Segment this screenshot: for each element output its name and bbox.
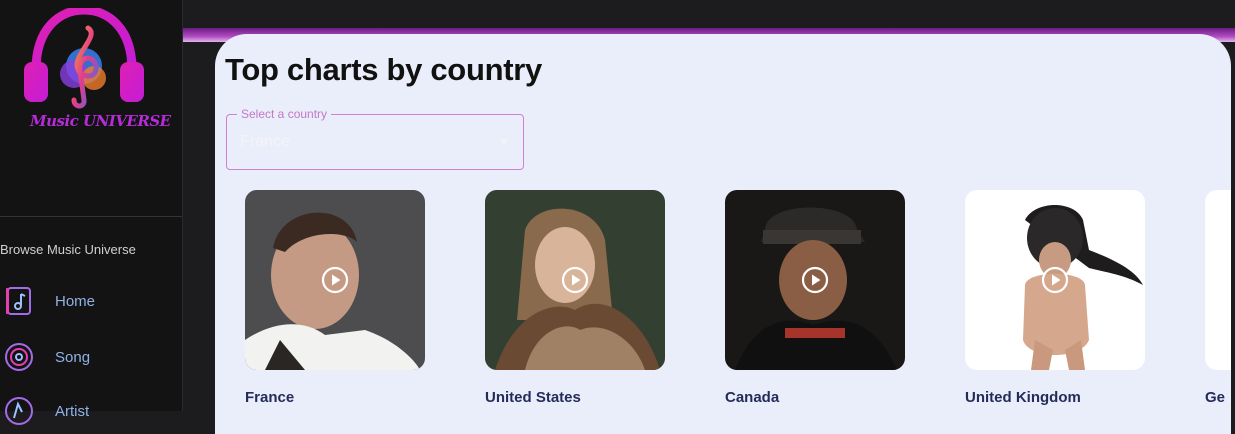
country-card-label: France (245, 389, 295, 406)
play-icon[interactable] (1041, 266, 1069, 294)
country-select-value: France (240, 133, 290, 150)
country-select-legend: Select a country (237, 107, 332, 121)
sidebar-item-home[interactable]: Home (4, 286, 95, 316)
music-note-icon (4, 286, 34, 316)
sidebar-item-label: Home (55, 292, 96, 310)
card-artwork[interactable] (965, 190, 1145, 370)
sidebar-item-label: Artist (55, 402, 90, 420)
sidebar: Music UNIVERSE Browse Music Universe Hom… (0, 0, 183, 425)
card-artwork[interactable] (245, 190, 425, 370)
sidebar-item-label: Song (55, 348, 91, 366)
country-select[interactable]: Select a country France (226, 107, 524, 170)
card-artwork[interactable] (485, 190, 665, 370)
page-title: Top charts by country (225, 52, 542, 87)
logo-text: Music UNIVERSE (30, 112, 171, 130)
card-artwork[interactable] (1205, 190, 1231, 370)
play-icon[interactable] (561, 266, 589, 294)
country-card-label: Ge (1205, 389, 1226, 406)
sidebar-item-artist[interactable]: Artist (4, 396, 89, 426)
country-card-label: United States (485, 389, 581, 406)
country-card-label: United Kingdom (965, 389, 1081, 406)
sidebar-item-song[interactable]: Song (4, 342, 90, 372)
country-card-label: Canada (725, 389, 780, 406)
main-panel: Top charts by country Select a country F… (215, 34, 1231, 434)
country-card-france[interactable]: France (245, 190, 425, 406)
top-bar (183, 0, 1235, 30)
vinyl-disc-icon (4, 342, 34, 372)
play-icon[interactable] (801, 266, 829, 294)
country-card-united-kingdom[interactable]: United Kingdom (965, 190, 1145, 406)
sidebar-divider (0, 216, 182, 217)
country-card-canada[interactable]: Canada (725, 190, 905, 406)
play-icon[interactable] (321, 266, 349, 294)
sidebar-section-label: Browse Music Universe (0, 242, 136, 257)
artist-icon (4, 396, 34, 426)
country-card-germany[interactable]: Ge (1205, 190, 1231, 406)
card-artwork[interactable] (725, 190, 905, 370)
country-card-united-states[interactable]: United States (485, 190, 665, 406)
dropdown-arrow-icon (499, 139, 509, 144)
